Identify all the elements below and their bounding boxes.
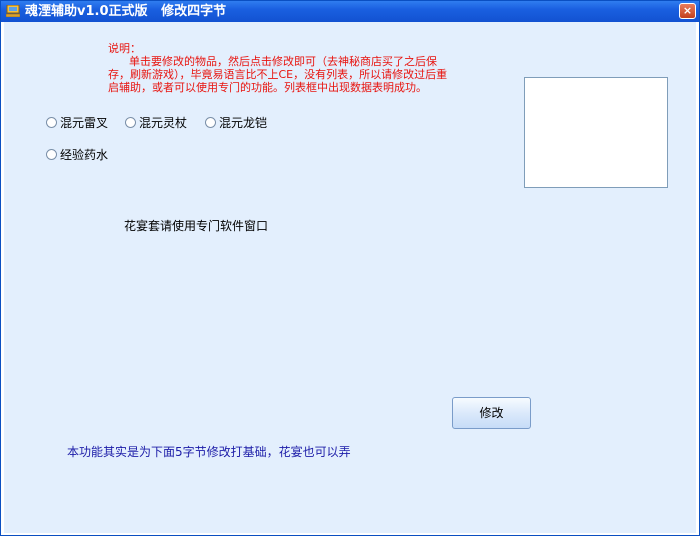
description-line: 存，刷新游戏），毕竟易语言比不上CE，没有列表，所以请修改过后重 xyxy=(108,68,448,81)
description-text: 说明： 单击要修改的物品，然后点击修改即可（去神秘商店买了之后保 存，刷新游戏）… xyxy=(108,42,493,94)
modify-button[interactable]: 修改 xyxy=(452,397,531,429)
description-line: 单击要修改的物品，然后点击修改即可（去神秘商店买了之后保 xyxy=(108,55,437,68)
radio-button-icon[interactable] xyxy=(46,117,57,128)
radio-button-icon[interactable] xyxy=(205,117,216,128)
radio-experience-potion[interactable]: 经验药水 xyxy=(46,146,108,163)
close-button[interactable]: × xyxy=(679,3,696,19)
footer-note: 本功能其实是为下面5字节修改打基础，花宴也可以弄 xyxy=(67,445,351,459)
set-note: 花宴套请使用专门软件窗口 xyxy=(124,219,269,233)
title-bar[interactable]: 魂湮辅助v1.0正式版 修改四字节 × xyxy=(1,1,699,22)
radio-button-icon[interactable] xyxy=(46,149,57,160)
radio-label: 经验药水 xyxy=(60,148,109,162)
window-title: 魂湮辅助v1.0正式版 修改四字节 xyxy=(25,4,227,19)
radio-label: 混元雷叉 xyxy=(60,116,109,130)
radio-hunyuan-leicha[interactable]: 混元雷叉 xyxy=(46,114,108,131)
radio-hunyuan-longkai[interactable]: 混元龙铠 xyxy=(205,114,267,131)
app-icon xyxy=(6,5,20,17)
app-window: 魂湮辅助v1.0正式版 修改四字节 × 说明： 单击要修改的物品，然后点击修改即… xyxy=(0,0,700,536)
radio-label: 混元龙铠 xyxy=(219,116,268,130)
description-line: 说明： xyxy=(108,42,141,55)
description-line: 启辅助，或者可以使用专门的功能。列表框中出现数据表明成功。 xyxy=(108,81,427,94)
client-area: 说明： 单击要修改的物品，然后点击修改即可（去神秘商店买了之后保 存，刷新游戏）… xyxy=(4,22,696,533)
result-listbox[interactable] xyxy=(524,77,668,188)
radio-button-icon[interactable] xyxy=(125,117,136,128)
radio-hunyuan-lingzhang[interactable]: 混元灵杖 xyxy=(125,114,187,131)
radio-label: 混元灵杖 xyxy=(139,116,188,130)
